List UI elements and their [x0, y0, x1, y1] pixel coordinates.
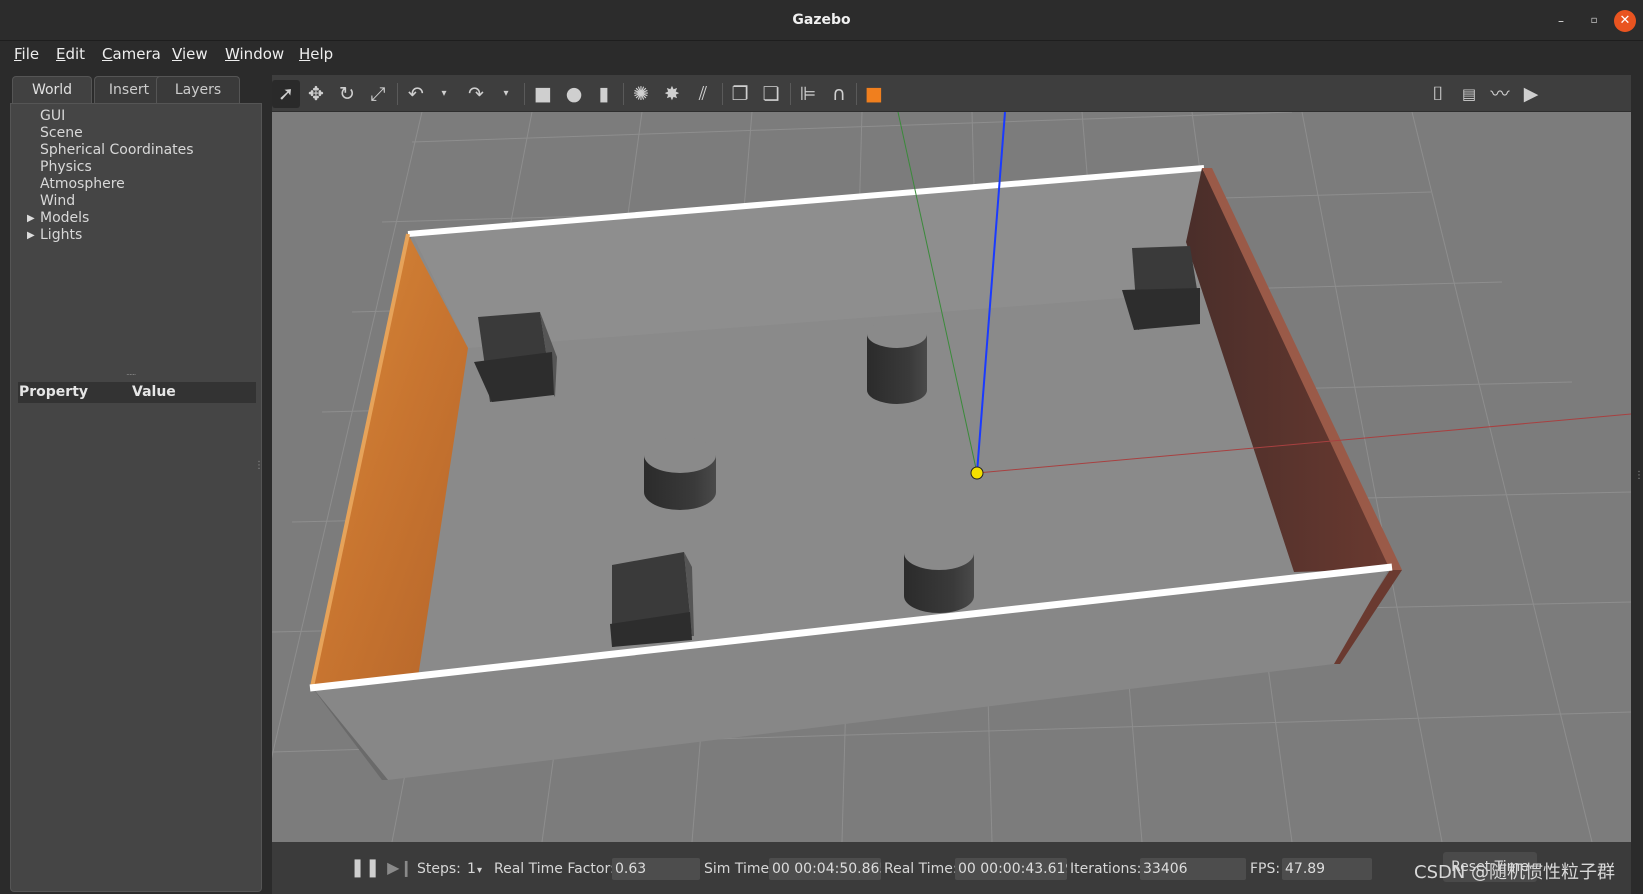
scale-icon[interactable]: ⤢ — [364, 80, 392, 108]
copy-icon[interactable]: ❐ — [726, 80, 754, 108]
splitter-handle[interactable]: ...... — [126, 368, 136, 377]
video-record-icon[interactable]: ▶ — [1517, 80, 1545, 108]
property-column-header: Property — [19, 384, 89, 400]
origin-marker[interactable] — [970, 466, 984, 480]
tab-insert[interactable]: Insert — [94, 76, 164, 103]
menu-file[interactable]: File — [14, 45, 39, 63]
point-light-icon[interactable]: ✺ — [627, 80, 655, 108]
left-panel-resize-handle[interactable]: ⋮ — [254, 460, 264, 480]
select-arrow-icon[interactable]: ➚ — [272, 80, 300, 108]
tree-item-models[interactable]: Models — [40, 210, 89, 226]
title-bar: Gazebo – ▫ ✕ — [0, 0, 1643, 41]
tree-item-physics[interactable]: Physics — [40, 159, 92, 175]
tree-item-wind[interactable]: Wind — [40, 193, 75, 209]
window-title: Gazebo — [792, 12, 851, 28]
menu-view[interactable]: View — [172, 45, 208, 63]
menu-camera[interactable]: Camera — [102, 45, 161, 63]
steps-label: Steps: — [417, 861, 461, 877]
menu-window-accel: W — [225, 45, 240, 63]
rotate-icon[interactable]: ↻ — [333, 80, 361, 108]
cylinder-shape-icon[interactable]: ▮ — [590, 80, 618, 108]
close-button[interactable]: ✕ — [1614, 10, 1636, 32]
redo-dropdown-icon[interactable]: ▾ — [492, 80, 520, 108]
status-bar: ❚❚ ▶❙ Steps: 1 ▾ Real Time Factor: 0.63 … — [272, 842, 1631, 894]
steps-dropdown-icon[interactable]: ▾ — [477, 865, 482, 876]
box-model[interactable] — [474, 312, 557, 402]
world-panel: GUI Scene Spherical Coordinates Physics … — [10, 103, 262, 892]
undo-dropdown-icon[interactable]: ▾ — [430, 80, 458, 108]
plot-icon[interactable]: 〰 — [1486, 80, 1514, 108]
expand-arrow-icon[interactable]: ▶ — [27, 230, 35, 241]
menu-view-accel: V — [172, 45, 182, 63]
fps-label: FPS: — [1250, 861, 1281, 877]
real-time-label: Real Time: — [884, 861, 958, 877]
steps-value[interactable]: 1 — [467, 861, 476, 877]
sim-time-label: Sim Time: — [704, 861, 774, 877]
toolbar: ➚ ✥ ↻ ⤢ ↶ ▾ ↷ ▾ ■ ● ▮ ✺ ✸ ⫽ ❐ ❏ ⊫ ∩ ■ ⌷ … — [272, 75, 1631, 112]
toolbar-separator — [856, 83, 857, 105]
sim-time-field: 00 00:04:50.865 — [769, 858, 881, 880]
toolbar-separator — [397, 83, 398, 105]
toolbar-separator — [722, 83, 723, 105]
directional-light-icon[interactable]: ⫽ — [689, 80, 717, 108]
property-table-header: Property Value — [18, 382, 256, 403]
tree-item-spherical-coordinates[interactable]: Spherical Coordinates — [40, 142, 194, 158]
scene-viewport[interactable] — [272, 112, 1631, 842]
box-model[interactable] — [610, 552, 694, 647]
cylinder-model[interactable] — [904, 536, 974, 613]
menu-help-accel: H — [299, 45, 311, 63]
left-panel: World Insert Layers GUI Scene Spherical … — [10, 76, 262, 892]
scene-render — [272, 112, 1631, 842]
log-icon[interactable]: ▤ — [1455, 80, 1483, 108]
value-column-header: Value — [132, 384, 176, 400]
toolbar-separator — [790, 83, 791, 105]
maximize-button[interactable]: ▫ — [1583, 10, 1605, 32]
menu-edit-label: dit — [65, 45, 86, 63]
toolbar-separator — [623, 83, 624, 105]
menu-edit[interactable]: Edit — [56, 45, 85, 63]
pause-icon[interactable]: ❚❚ — [350, 854, 380, 882]
iterations-field: 33406 — [1140, 858, 1246, 880]
watermark: CSDN @随机惯性粒子群 — [1414, 862, 1616, 883]
sphere-shape-icon[interactable]: ● — [560, 80, 588, 108]
cylinder-model[interactable] — [867, 320, 927, 404]
paste-icon[interactable]: ❏ — [757, 80, 785, 108]
screenshot-icon[interactable]: ⌷ — [1424, 80, 1452, 108]
translate-icon[interactable]: ✥ — [302, 80, 330, 108]
tree-item-atmosphere[interactable]: Atmosphere — [40, 176, 125, 192]
rtf-label: Real Time Factor: — [494, 861, 615, 877]
menu-camera-label: amera — [112, 45, 161, 63]
box-shape-icon[interactable]: ■ — [529, 80, 557, 108]
menu-help-label: elp — [310, 45, 334, 63]
view-angle-icon[interactable]: ■ — [860, 80, 888, 108]
menu-bar: File Edit Camera View Window Help — [0, 41, 1643, 71]
tree-item-lights[interactable]: Lights — [40, 227, 82, 243]
redo-icon[interactable]: ↷ — [462, 80, 490, 108]
tree-item-scene[interactable]: Scene — [40, 125, 83, 141]
menu-view-label: iew — [181, 45, 208, 63]
menu-help[interactable]: Help — [299, 45, 333, 63]
expand-arrow-icon[interactable]: ▶ — [27, 213, 35, 224]
iterations-label: Iterations: — [1070, 861, 1142, 877]
snap-icon[interactable]: ∩ — [825, 80, 853, 108]
tree-item-gui[interactable]: GUI — [40, 108, 65, 124]
tab-layers[interactable]: Layers — [156, 76, 240, 103]
menu-camera-accel: C — [102, 45, 113, 63]
tab-world[interactable]: World — [12, 76, 92, 103]
undo-icon[interactable]: ↶ — [402, 80, 430, 108]
rtf-field: 0.63 — [612, 858, 700, 880]
toolbar-separator — [524, 83, 525, 105]
right-panel-resize-handle[interactable]: ⋮ — [1634, 470, 1643, 481]
step-icon[interactable]: ▶❙ — [386, 854, 414, 882]
menu-window[interactable]: Window — [225, 45, 284, 63]
align-icon[interactable]: ⊫ — [794, 80, 822, 108]
menu-file-label: ile — [21, 45, 40, 63]
fps-field: 47.89 — [1282, 858, 1372, 880]
real-time-field: 00 00:00:43.619 — [955, 858, 1067, 880]
menu-window-label: indow — [239, 45, 285, 63]
minimize-button[interactable]: – — [1550, 10, 1572, 32]
spot-light-icon[interactable]: ✸ — [658, 80, 686, 108]
cylinder-model[interactable] — [644, 437, 716, 510]
menu-file-accel: F — [14, 45, 22, 63]
